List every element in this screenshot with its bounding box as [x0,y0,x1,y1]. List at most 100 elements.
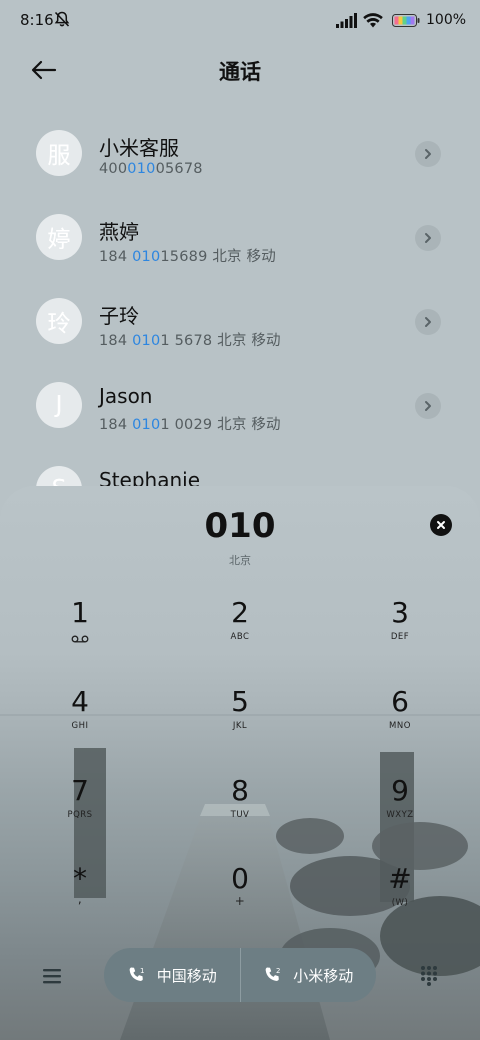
contact-row[interactable]: 玲 子玲 184 0101 5678 北京 移动 [0,280,480,364]
close-icon [437,521,445,529]
number-prefix: 184 [99,333,133,349]
contact-row[interactable]: 服 小米客服 40001005678 [0,112,480,196]
key-8[interactable]: 8 TUV [185,776,295,846]
battery-percent: 100% [426,12,467,28]
key-6[interactable]: 6 MNO [345,687,455,757]
contact-detail-button[interactable] [415,393,441,419]
key-4[interactable]: 4 GHI [25,687,135,757]
avatar-initial: J [55,392,63,418]
avatar: 玲 [36,298,82,344]
number-location: 北京 移动 [217,417,281,433]
number-prefix: 400 [99,161,128,177]
avatar-initial: 服 [47,143,71,169]
number-prefix: 184 [99,417,133,433]
key-0[interactable]: 0 + [185,864,295,934]
sim2-label: 小米移动 [293,966,354,985]
number-suffix: 15689 [160,249,208,265]
contact-row[interactable]: J Jason 184 0101 0029 北京 移动 [0,364,480,448]
key-digit: 8 [231,774,249,807]
key-digit: 4 [71,685,89,718]
number-suffix: 1 0029 [160,417,213,433]
chevron-right-icon [425,401,431,411]
contact-detail-button[interactable] [415,225,441,251]
contact-number: 40001005678 [99,161,203,177]
contact-detail-button[interactable] [415,309,441,335]
avatar-initial: 玲 [47,311,71,337]
number-suffix: 05678 [155,161,203,177]
contact-number: 184 01015689 北京 移动 [99,245,276,266]
page-title: 通话 [219,60,261,84]
contact-row[interactable]: 婷 燕婷 184 01015689 北京 移动 [0,196,480,280]
signal-icon [336,13,357,28]
key-digit: 9 [391,774,409,807]
battery-icon [392,14,420,27]
key-letters: WXYZ [386,810,414,820]
number-location: 北京 移动 [212,249,276,265]
call-sim2-button[interactable]: 2 小米移动 [241,948,377,1002]
contact-number: 184 0101 5678 北京 移动 [99,329,281,350]
key-letters: JKL [232,721,248,731]
status-time: 8:16 [20,11,54,29]
key-letters: PQRS [67,810,93,820]
number-prefix: 184 [99,249,133,265]
clear-button[interactable] [430,514,452,536]
key-digit: 5 [231,685,249,718]
dialed-number: 010 [204,506,276,546]
avatar: J [36,382,82,428]
avatar: 婷 [36,214,82,260]
call-sim1-button[interactable]: 1 中国移动 [104,948,240,1002]
phone-sim1-icon: 1 [129,967,144,981]
number-location: 北京 移动 [217,333,281,349]
key-star[interactable]: * , [25,864,135,934]
key-letters: (W) [391,898,409,908]
phone-sim2-icon: 2 [265,967,281,981]
key-5[interactable]: 5 JKL [185,687,295,757]
wifi-icon [363,13,383,28]
status-bar: 8:16 100% [0,0,480,42]
key-digit: 2 [231,596,249,629]
key-letters: GHI [71,721,89,731]
number-match: 010 [132,417,161,433]
avatar-initial: 婷 [47,227,71,253]
contact-name: 小米客服 [99,136,179,160]
key-digit: 7 [71,774,89,807]
svg-text:1: 1 [140,967,144,975]
key-letters: DEF [390,632,410,642]
key-letters: + [234,894,246,908]
avatar: 服 [36,130,82,176]
contact-detail-button[interactable] [415,141,441,167]
key-9[interactable]: 9 WXYZ [345,776,455,846]
key-digit: * [73,862,87,895]
key-digit: 0 [231,862,249,895]
key-2[interactable]: 2 ABC [185,598,295,668]
key-digit: 3 [391,596,409,629]
key-letters: TUV [230,810,250,820]
chevron-right-icon [425,149,431,159]
chevron-right-icon [425,233,431,243]
bell-off-icon [54,11,70,27]
key-letters: , [77,892,83,906]
key-letters: ABC [230,632,250,642]
key-digit: 6 [391,685,409,718]
contact-name: 燕婷 [99,220,139,244]
key-7[interactable]: 7 PQRS [25,776,135,846]
dialed-location: 北京 [229,554,251,567]
call-buttons: 1 中国移动 2 小米移动 [104,948,376,1002]
key-letters: MNO [389,721,411,731]
key-1[interactable]: 1 [25,598,135,668]
contact-name: 子玲 [99,304,139,328]
contact-number: 184 0101 0029 北京 移动 [99,413,281,434]
chevron-right-icon [425,317,431,327]
dialpad-icon[interactable] [418,964,440,986]
number-match: 010 [132,249,161,265]
number-suffix: 1 5678 [160,333,213,349]
key-hash[interactable]: # (W) [345,864,455,934]
key-digit: # [388,862,412,895]
number-match: 010 [127,161,156,177]
svg-text:2: 2 [276,967,280,975]
key-3[interactable]: 3 DEF [345,598,455,668]
voicemail-icon [71,635,89,643]
dialer-panel: 010 北京 1 2 ABC 3 DEF 4 GHI 5 JKL 6 MNO 7… [0,486,480,1040]
menu-icon[interactable] [40,966,64,986]
number-match: 010 [132,333,161,349]
